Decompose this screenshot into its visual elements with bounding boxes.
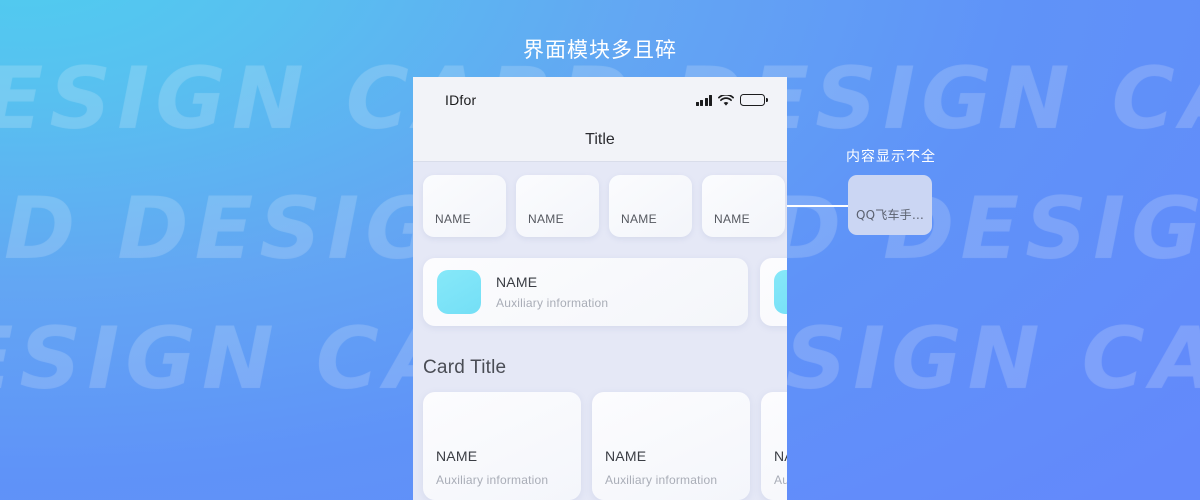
nav-title: Title	[585, 131, 615, 148]
quick-card-label: NAME	[528, 212, 564, 226]
big-card-title: NAME	[436, 448, 478, 464]
quick-card-row[interactable]: NAME NAME NAME NAME	[423, 175, 785, 237]
list-card-row[interactable]: NAME Auxiliary information NAME Auxiliar…	[423, 258, 787, 326]
screenshot-root: CARD DESIGN CARD DESIGN CARD DESIGN CARD…	[0, 0, 1200, 500]
phone-header: IDfor Title	[413, 77, 787, 162]
big-card-subtitle: Auxiliary information	[774, 473, 787, 487]
quick-card-label: NAME	[714, 212, 750, 226]
rounded-square-thumb-icon	[437, 270, 481, 314]
annotation-card-label: QQ飞车手…	[855, 208, 925, 222]
big-card-row[interactable]: NAME Auxiliary information NAME Auxiliar…	[423, 392, 787, 500]
big-card-subtitle: Auxiliary information	[605, 473, 718, 487]
list-card[interactable]: NAME Auxiliary information	[760, 258, 787, 326]
list-card-subtitle: Auxiliary information	[496, 296, 609, 310]
signal-bars-icon	[695, 95, 712, 106]
big-card[interactable]: NAME Auxiliary information	[761, 392, 787, 500]
big-card-title: NAME	[774, 448, 787, 464]
section-heading: Card Title	[423, 357, 507, 378]
big-card[interactable]: NAME Auxiliary information	[423, 392, 581, 500]
quick-card[interactable]: NAME	[702, 175, 785, 237]
watermark-row: CARD DESIGN CARD DESIGN CARD DESIGN	[0, 0, 1200, 12]
big-card[interactable]: NAME Auxiliary information	[592, 392, 750, 500]
annotation-connector-line	[787, 205, 848, 207]
wifi-icon	[718, 93, 734, 106]
quick-card[interactable]: NAME	[609, 175, 692, 237]
status-icons	[695, 90, 768, 106]
quick-card-label: NAME	[435, 212, 471, 226]
annotation-label: 内容显示不全	[846, 149, 936, 165]
phone-content[interactable]: NAME NAME NAME NAME NAME Auxiliary infor…	[413, 162, 787, 500]
annotation-card: QQ飞车手…	[848, 175, 932, 235]
quick-card[interactable]: NAME	[423, 175, 506, 237]
big-card-subtitle: Auxiliary information	[436, 473, 549, 487]
page-title: 界面模块多且碎	[523, 38, 677, 62]
phone-mockup: IDfor Title NAME NAME NAME NAME NAME Aux…	[413, 77, 787, 500]
battery-full-icon	[740, 94, 768, 106]
rounded-square-thumb-icon	[774, 270, 787, 314]
list-card[interactable]: NAME Auxiliary information	[423, 258, 748, 326]
quick-card-label: NAME	[621, 212, 657, 226]
list-card-title: NAME	[496, 274, 538, 290]
quick-card[interactable]: NAME	[516, 175, 599, 237]
carrier-label: IDfor	[445, 92, 477, 108]
status-bar: IDfor	[413, 77, 787, 121]
big-card-title: NAME	[605, 448, 647, 464]
